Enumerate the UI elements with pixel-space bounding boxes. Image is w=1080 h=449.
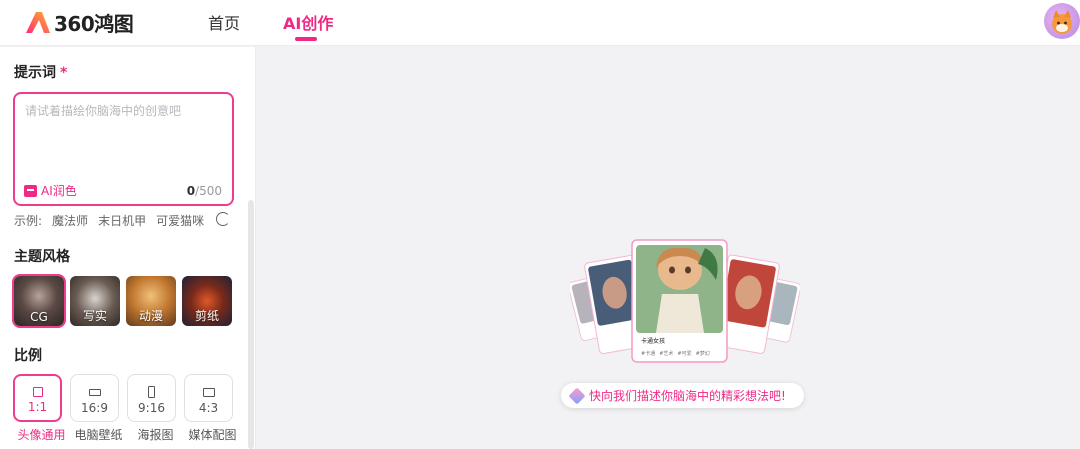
char-count: 0 <box>186 184 196 198</box>
card-tag: #可爱 <box>677 351 692 357</box>
prompt-heading-label: 提示词 <box>14 65 56 81</box>
ratio-name: 媒体配图 <box>188 428 237 442</box>
portrait-icon <box>148 386 155 398</box>
ai-polish-label: AI润色 <box>41 184 77 198</box>
ratio-name: 海报图 <box>137 428 174 442</box>
card-tag: #卡通 <box>641 351 656 357</box>
style-label: CG <box>30 310 48 324</box>
example-chip[interactable]: 可爱猫咪 <box>156 212 204 229</box>
ratio-value: 9:16 <box>138 401 165 415</box>
ratio-heading: 比例 <box>14 348 42 364</box>
landscape-icon <box>89 389 101 396</box>
nav-ai-create[interactable]: AI创作 <box>283 10 333 34</box>
examples-label: 示例: <box>14 214 43 228</box>
hint-text: 快向我们描述你脑海中的精彩想法吧! <box>589 389 786 403</box>
ratio-names: 头像通用 电脑壁纸 海报图 媒体配图 <box>13 426 241 443</box>
style-label: 写实 <box>82 309 107 323</box>
char-max: /500 <box>195 184 222 198</box>
square-icon <box>33 387 43 397</box>
style-label: 剪纸 <box>194 309 219 323</box>
ratio-option-9-16[interactable]: 9:16 <box>127 374 176 422</box>
style-option-cg[interactable]: CG <box>12 274 66 328</box>
ratio-option-16-9[interactable]: 16:9 <box>70 374 119 422</box>
ai-polish-button[interactable]: AI润色 <box>24 182 77 199</box>
ratio-option-1-1[interactable]: 1:1 <box>13 374 62 422</box>
avatar-fox-icon <box>1052 10 1072 34</box>
brush-icon <box>568 387 586 404</box>
ratio-name: 电脑壁纸 <box>74 428 123 442</box>
ratio-option-4-3[interactable]: 4:3 <box>184 374 233 422</box>
brand-logo[interactable]: 360鸿图 <box>24 8 134 36</box>
brand-name: 360鸿图 <box>54 11 134 36</box>
ratio-list: 1:1 16:9 9:16 4:3 <box>13 374 241 422</box>
logo-mark-icon <box>26 12 50 33</box>
example-chip[interactable]: 末日机甲 <box>98 212 146 229</box>
top-header: 360鸿图 首页 AI创作 <box>0 0 1080 46</box>
card-tag: #梦幻 <box>695 351 710 357</box>
style-label: 动漫 <box>138 309 163 323</box>
card-title: 卡通女孩 <box>641 338 666 345</box>
ratio-value: 4:3 <box>198 401 219 415</box>
style-option-papercut[interactable]: 剪纸 <box>182 276 232 326</box>
sidebar-scrollbar[interactable] <box>248 200 254 449</box>
style-list: CG 写实 动漫 剪纸 <box>12 274 238 328</box>
examples-row: 示例: 魔法师 末日机甲 可爱猫咪 <box>14 212 214 229</box>
ratio-value: 1:1 <box>27 400 48 414</box>
ratio-value: 16:9 <box>81 401 108 415</box>
card-tags: #卡通 #艺术 #可爱 #梦幻 <box>641 350 725 357</box>
style-option-realistic[interactable]: 写实 <box>70 276 120 326</box>
front-card-caption: 卡通女孩 #卡通 #艺术 #可爱 #梦幻 <box>641 336 725 357</box>
card-tag: #艺术 <box>659 351 674 357</box>
prompt-input[interactable] <box>25 102 225 172</box>
required-mark: * <box>60 65 68 81</box>
user-avatar[interactable] <box>1044 3 1080 39</box>
rectangle-icon <box>203 388 215 397</box>
active-nav-indicator <box>295 37 317 41</box>
ratio-name: 头像通用 <box>17 428 66 442</box>
prompt-heading: 提示词 * <box>14 62 67 82</box>
hint-bubble: 快向我们描述你脑海中的精彩想法吧! <box>561 383 804 408</box>
char-counter: 0/500 <box>187 184 222 198</box>
refresh-icon[interactable] <box>216 212 230 226</box>
chat-bubble-icon <box>24 184 37 197</box>
example-chip[interactable]: 魔法师 <box>52 212 88 229</box>
style-heading: 主题风格 <box>14 249 70 265</box>
nav-home[interactable]: 首页 <box>208 10 240 34</box>
prompt-box: AI润色 0/500 <box>13 92 234 206</box>
style-option-anime[interactable]: 动漫 <box>126 276 176 326</box>
